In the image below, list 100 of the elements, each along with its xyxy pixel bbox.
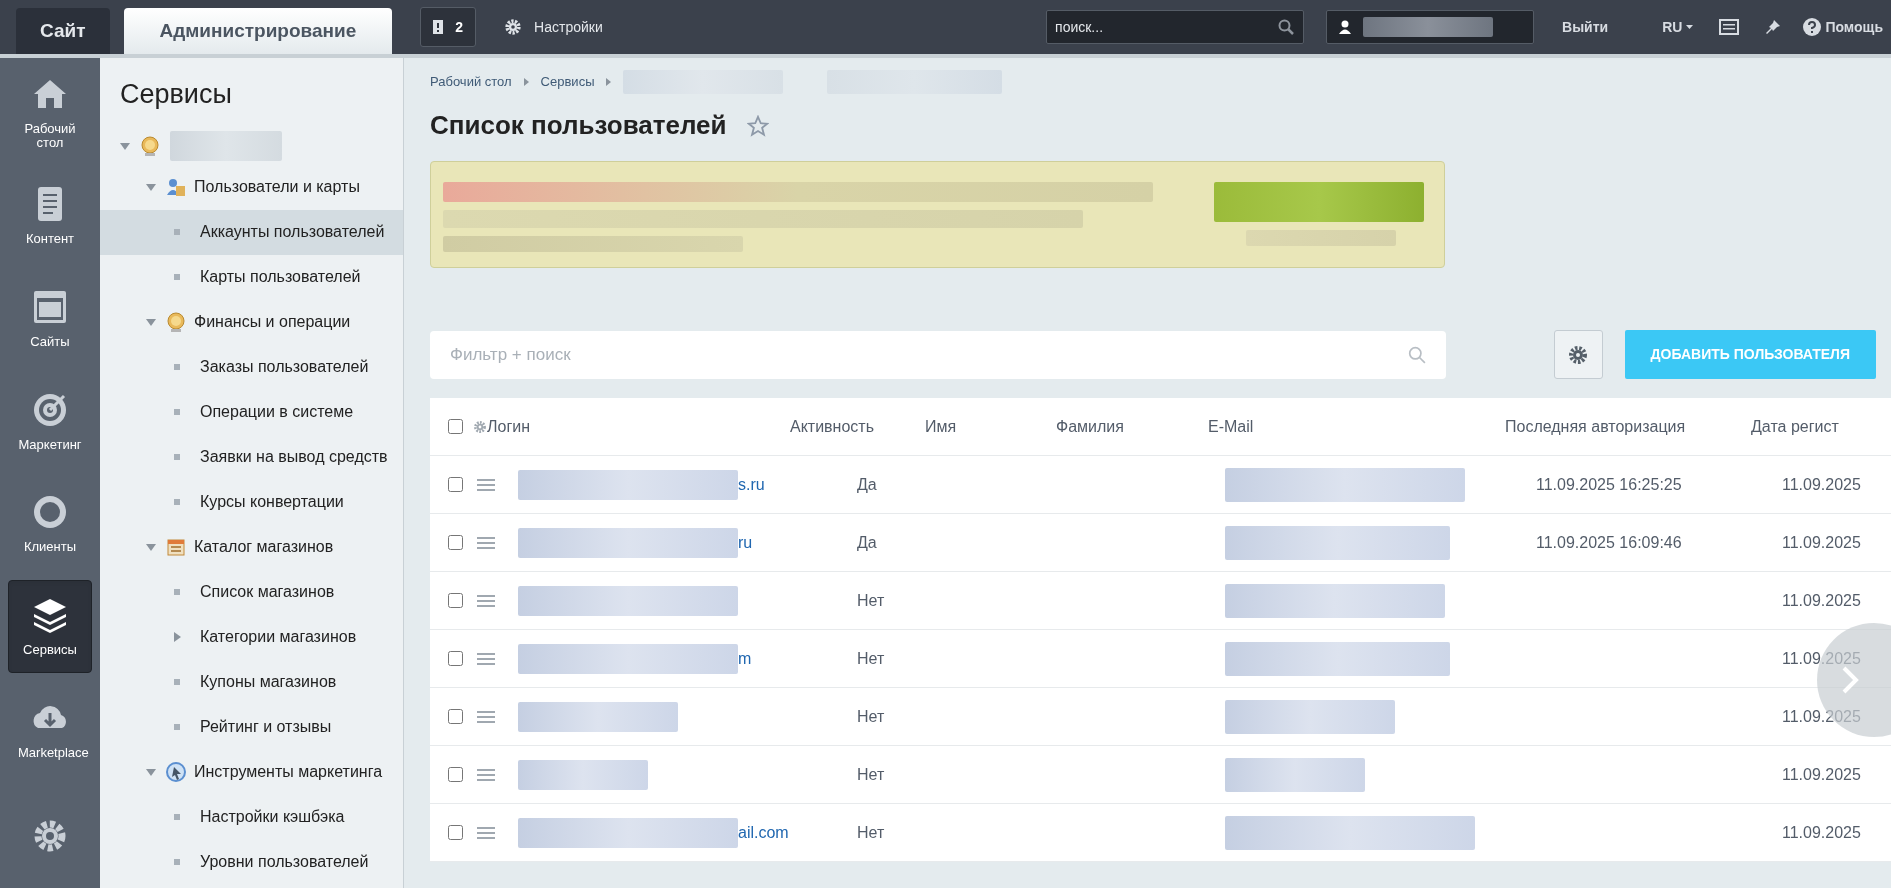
expanded-arrow-icon[interactable] bbox=[146, 542, 156, 552]
catalog-icon bbox=[166, 537, 186, 557]
sidebar-item[interactable]: Категории магазинов bbox=[100, 614, 403, 660]
expanded-arrow-icon[interactable] bbox=[146, 767, 156, 777]
column-header[interactable]: Фамилия bbox=[1056, 414, 1208, 439]
row-checkbox[interactable] bbox=[448, 767, 463, 782]
sidebar-item[interactable]: Курсы конвертации bbox=[100, 479, 403, 525]
column-header[interactable]: Активность bbox=[790, 414, 925, 439]
settings-button[interactable] bbox=[1553, 330, 1603, 379]
star-icon bbox=[746, 114, 769, 137]
chevron-right-icon bbox=[1841, 665, 1859, 695]
sidebar-title: Сервисы bbox=[119, 78, 233, 111]
login-link[interactable]: ail.com bbox=[738, 820, 789, 845]
drag-handle-icon bbox=[477, 652, 495, 665]
drag-handle-icon bbox=[477, 826, 495, 839]
logout-link[interactable]: Выйти bbox=[1562, 16, 1609, 38]
bullet-icon bbox=[172, 272, 182, 282]
sidebar-item[interactable]: Заказы пользователей bbox=[100, 344, 403, 390]
sidebar-group[interactable]: Каталог магазинов bbox=[194, 535, 334, 559]
alert-icon bbox=[433, 20, 444, 34]
main-menu-item[interactable]: Контент bbox=[8, 168, 92, 262]
breadcrumb-arrow-icon bbox=[523, 78, 529, 86]
login-link[interactable]: m bbox=[738, 646, 752, 671]
row-checkbox[interactable] bbox=[448, 535, 463, 550]
collapsed-arrow-icon[interactable] bbox=[172, 632, 182, 642]
main-menu-item[interactable]: Клиенты bbox=[8, 476, 92, 570]
bullet-icon bbox=[172, 362, 182, 372]
row-checkbox[interactable] bbox=[448, 825, 463, 840]
bullet-icon bbox=[172, 407, 182, 417]
breadcrumb-link[interactable]: Рабочий стол bbox=[430, 72, 512, 92]
bullet-icon bbox=[172, 452, 182, 462]
registration-date-cell: 11.09.2025 bbox=[1782, 649, 1861, 667]
column-header[interactable]: Имя bbox=[925, 414, 1056, 439]
sidebar-item[interactable]: Заявки на вывод средств bbox=[100, 434, 403, 480]
top-tab[interactable]: Администрирование bbox=[123, 8, 393, 54]
bullet-icon bbox=[172, 812, 182, 822]
drag-handle-icon bbox=[477, 768, 495, 781]
sidebar-item[interactable]: Настройки кэшбэка bbox=[100, 794, 403, 840]
users-icon bbox=[166, 177, 186, 197]
activity-cell: Да bbox=[857, 475, 877, 493]
sidebar-item[interactable]: Операции в системе bbox=[100, 389, 403, 435]
main-menu-item[interactable]: Сайты bbox=[8, 271, 92, 365]
language-dropdown[interactable]: RU bbox=[1662, 16, 1694, 38]
search-icon bbox=[1278, 19, 1295, 35]
drag-handle-icon bbox=[477, 594, 495, 607]
user-field[interactable] bbox=[1326, 10, 1535, 44]
row-checkbox[interactable] bbox=[448, 651, 463, 666]
column-header[interactable]: E-Mail bbox=[1208, 414, 1505, 439]
settings-link[interactable]: Настройки bbox=[504, 16, 603, 38]
activity-cell: Нет bbox=[857, 591, 885, 609]
drag-handle-icon bbox=[477, 536, 495, 549]
sidebar-group[interactable]: Инструменты маркетинга bbox=[194, 760, 383, 784]
sidebar-item[interactable]: Уровни пользователей bbox=[100, 839, 403, 885]
bullet-icon bbox=[172, 497, 182, 507]
registration-date-cell: 11.09.2025 bbox=[1782, 475, 1861, 493]
sidebar-item[interactable]: Список магазинов bbox=[100, 569, 403, 615]
top-tab[interactable]: Сайт bbox=[16, 8, 110, 54]
sidebar-item[interactable]: Аккаунты пользователей bbox=[100, 209, 403, 255]
last-login-cell: 11.09.2025 16:09:46 bbox=[1536, 533, 1682, 551]
sidebar-item[interactable]: Купоны магазинов bbox=[100, 659, 403, 705]
filter-search-field[interactable]: Фильтр + поиск bbox=[430, 330, 1446, 379]
bullet-icon bbox=[172, 227, 182, 237]
drag-handle-icon bbox=[477, 478, 495, 491]
expanded-arrow-icon[interactable] bbox=[146, 182, 156, 192]
login-link[interactable]: ru bbox=[738, 530, 753, 555]
help-link[interactable]: Помощь bbox=[1803, 16, 1883, 38]
bullet-icon bbox=[172, 677, 182, 687]
login-link[interactable]: s.ru bbox=[738, 472, 765, 497]
coin-icon bbox=[166, 312, 186, 332]
expanded-arrow-icon[interactable] bbox=[120, 140, 130, 151]
search-field[interactable]: поиск... bbox=[1046, 10, 1305, 44]
sidebar-item[interactable]: Рейтинг и отзывы bbox=[100, 704, 403, 750]
main-menu-item[interactable]: Рабочий стол bbox=[8, 66, 92, 159]
help-icon bbox=[1803, 18, 1822, 36]
main-menu-item[interactable]: Маркетинг bbox=[8, 374, 92, 467]
column-header[interactable]: Логин bbox=[487, 414, 790, 439]
column-header[interactable]: Дата регист bbox=[1751, 414, 1891, 439]
main-menu-item[interactable]: Сервисы bbox=[8, 579, 92, 673]
sidebar-group[interactable]: Финансы и операции bbox=[194, 310, 351, 334]
notifications-button[interactable]: 2 bbox=[420, 7, 477, 47]
sidebar-group[interactable]: Пользователи и карты bbox=[194, 175, 360, 199]
main-menu-item[interactable]: Marketplace bbox=[8, 682, 92, 776]
cursor-icon bbox=[166, 762, 186, 782]
breadcrumb-link[interactable]: Сервисы bbox=[540, 72, 595, 92]
registration-date-cell: 11.09.2025 bbox=[1782, 533, 1861, 551]
sidebar-item[interactable]: Карты пользователей bbox=[100, 254, 403, 300]
row-checkbox[interactable] bbox=[448, 477, 463, 492]
caret-icon bbox=[1686, 25, 1694, 29]
coin-icon bbox=[140, 135, 160, 156]
expanded-arrow-icon[interactable] bbox=[146, 317, 156, 327]
last-login-cell: 11.09.2025 16:25:25 bbox=[1536, 475, 1682, 493]
column-header[interactable]: Последняя авторизация bbox=[1505, 414, 1751, 439]
registration-date-cell: 11.09.2025 bbox=[1782, 591, 1861, 609]
row-checkbox[interactable] bbox=[448, 709, 463, 724]
activity-cell: Нет bbox=[857, 649, 885, 667]
activity-cell: Нет bbox=[857, 765, 885, 783]
bullet-icon bbox=[172, 857, 182, 867]
row-checkbox[interactable] bbox=[448, 593, 463, 608]
select-all-checkbox[interactable] bbox=[448, 419, 463, 434]
activity-cell: Да bbox=[857, 533, 877, 551]
